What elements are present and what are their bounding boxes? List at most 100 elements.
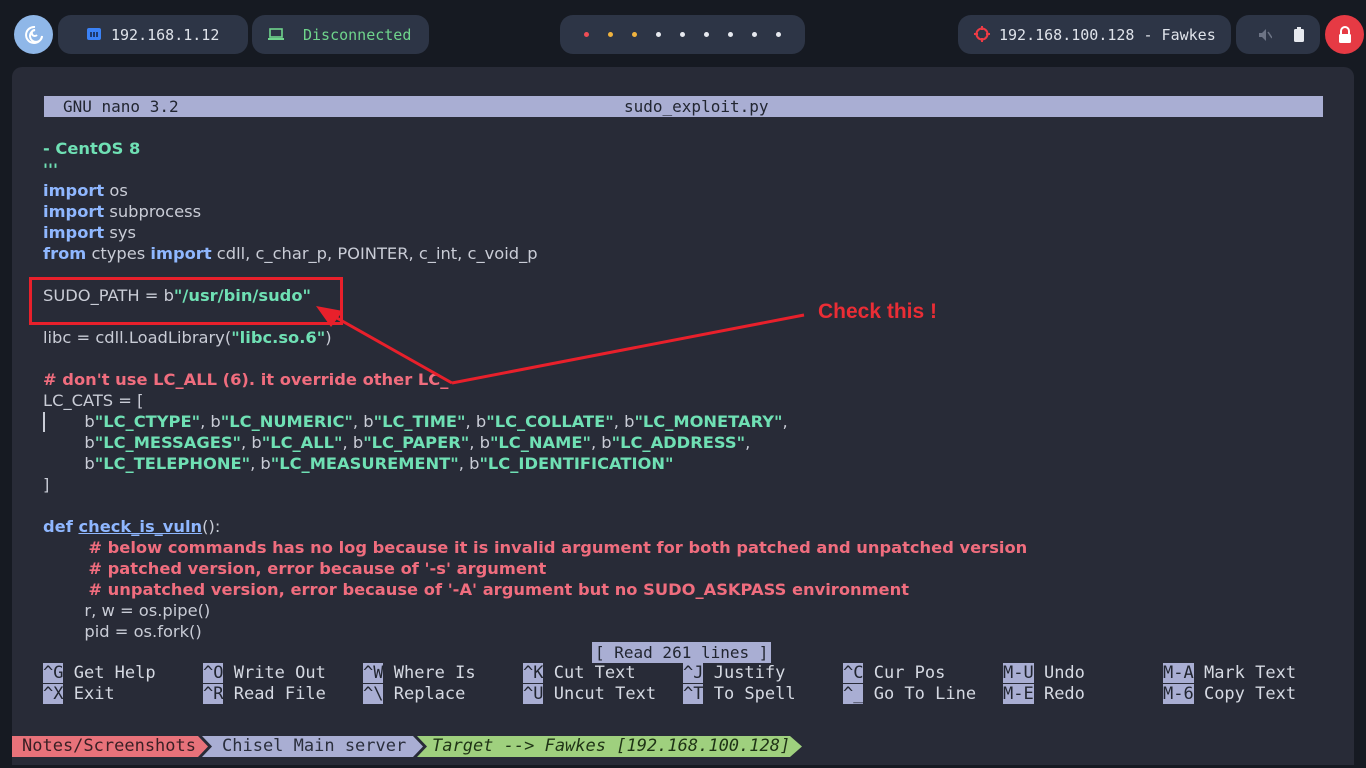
- lock-button[interactable]: [1325, 15, 1364, 54]
- string-literal: "LC_IDENTIFICATION": [479, 454, 674, 473]
- shortcut-item[interactable]: M-E Redo: [1003, 684, 1085, 705]
- shortcut-key: ^G: [43, 663, 64, 683]
- code-line: b"LC_TELEPHONE", b"LC_MEASUREMENT", b"LC…: [43, 453, 673, 474]
- battery-icon[interactable]: [1294, 27, 1304, 42]
- code-token: b: [43, 412, 95, 431]
- nano-version: GNU nano 3.2: [63, 97, 179, 116]
- system-tray[interactable]: [1236, 15, 1320, 54]
- lock-icon: [1338, 25, 1351, 43]
- workspace-switcher[interactable]: [560, 15, 805, 54]
- code-token: b: [43, 454, 95, 473]
- workspace-dot[interactable]: [728, 32, 733, 37]
- shortcut-key: M-U: [1003, 663, 1034, 683]
- shortcut-label: Undo: [1033, 663, 1085, 683]
- workspace-dot[interactable]: [608, 32, 613, 37]
- string-literal: "LC_ALL": [261, 433, 343, 452]
- shortcut-item[interactable]: M-6 Copy Text: [1163, 684, 1296, 705]
- shortcut-item[interactable]: M-A Mark Text: [1163, 663, 1296, 684]
- shortcut-label: Read File: [223, 684, 326, 704]
- shortcut-label: Uncut Text: [543, 684, 657, 704]
- annotation-text: Check this !: [818, 300, 938, 323]
- string-literal: "LC_MEASUREMENT": [270, 454, 459, 473]
- string-literal: "LC_TELEPHONE": [94, 454, 251, 473]
- shortcut-item[interactable]: ^J Justify: [683, 663, 785, 684]
- target-label: 192.168.100.128 - Fawkes: [999, 25, 1216, 44]
- code-line: b"LC_MESSAGES", b"LC_ALL", b"LC_PAPER", …: [43, 432, 750, 453]
- workspace-dot[interactable]: [680, 32, 685, 37]
- code-comment: # unpatched version, error because of '-…: [43, 580, 909, 599]
- workspace-dot[interactable]: [752, 32, 757, 37]
- code-token: , b: [613, 412, 635, 431]
- shortcut-label: Exit: [63, 684, 115, 704]
- shortcut-label: Where Is: [383, 663, 476, 683]
- code-token: , b: [200, 412, 221, 431]
- code-token: , b: [241, 433, 262, 452]
- shortcut-key: M-6: [1163, 684, 1194, 704]
- network-ip: 192.168.1.12: [111, 25, 220, 44]
- target-widget[interactable]: 192.168.100.128 - Fawkes: [958, 15, 1231, 54]
- shortcut-label: Write Out: [223, 663, 326, 683]
- shortcut-label: Cur Pos: [863, 663, 946, 683]
- distro-logo-button[interactable]: [14, 15, 53, 54]
- string-literal: "LC_NAME": [489, 433, 591, 452]
- code-line: r, w = os.pipe(): [43, 601, 211, 620]
- code-line: - CentOS 8: [43, 139, 141, 158]
- shortcut-item[interactable]: M-U Undo: [1003, 663, 1085, 684]
- code-token: , b: [342, 433, 364, 452]
- shortcut-key: ^X: [43, 684, 64, 704]
- shortcut-key: ^\: [363, 684, 384, 704]
- string-literal: "LC_MESSAGES": [94, 433, 242, 452]
- shortcut-label: Go To Line: [863, 684, 977, 704]
- shortcut-item[interactable]: ^R Read File: [203, 684, 326, 705]
- terminal-window[interactable]: GNU nano 3.2 sudo_exploit.py - CentOS 8 …: [12, 67, 1354, 765]
- vpn-widget[interactable]: Disconnected: [252, 15, 429, 54]
- shortcut-item[interactable]: ^\ Replace: [363, 684, 465, 705]
- shortcut-item[interactable]: ^C Cur Pos: [843, 663, 945, 684]
- status-message: [ Read 261 lines ]: [592, 642, 772, 663]
- shortcut-key: ^J: [683, 663, 704, 683]
- shortcut-label: Mark Text: [1193, 663, 1297, 683]
- workspace-dot[interactable]: [704, 32, 709, 37]
- shortcut-key: M-A: [1163, 663, 1194, 683]
- breadcrumb-item: Target --> Fawkes [192.168.100.128]: [432, 736, 791, 756]
- code-token: , b: [465, 412, 487, 431]
- ethernet-icon: [87, 28, 101, 40]
- shortcut-label: Replace: [383, 684, 466, 704]
- code-comment: # patched version, error because of '-s'…: [43, 559, 547, 578]
- workspace-dot[interactable]: [656, 32, 661, 37]
- code-token: ,: [782, 412, 788, 431]
- volume-muted-icon[interactable]: [1258, 28, 1272, 42]
- network-widget[interactable]: 192.168.1.12: [58, 15, 248, 54]
- shortcut-item[interactable]: ^K Cut Text: [523, 663, 636, 684]
- code-line: from ctypes import cdll, c_char_p, POINT…: [43, 244, 538, 263]
- shortcut-label: Get Help: [63, 663, 156, 683]
- string-literal: "LC_NUMERIC": [220, 412, 353, 431]
- code-token: , b: [590, 433, 612, 452]
- shortcut-item[interactable]: ^T To Spell: [683, 684, 796, 705]
- workspace-dot[interactable]: [584, 32, 589, 37]
- shortcut-label: Copy Text: [1193, 684, 1297, 704]
- shortcut-label: Redo: [1033, 684, 1085, 704]
- shortcut-item[interactable]: ^U Uncut Text: [523, 684, 656, 705]
- nano-titlebar: GNU nano 3.2 sudo_exploit.py: [44, 96, 1323, 117]
- workspace-dot[interactable]: [776, 32, 781, 37]
- workspace-dot[interactable]: [632, 32, 637, 37]
- shortcut-item[interactable]: ^X Exit: [43, 684, 115, 705]
- shortcut-item[interactable]: ^O Write Out: [203, 663, 326, 684]
- string-literal: "LC_PAPER": [363, 433, 470, 452]
- shortcut-key: ^O: [203, 663, 224, 683]
- string-literal: "LC_TIME": [373, 412, 466, 431]
- code-token: , b: [352, 412, 374, 431]
- shortcut-item[interactable]: ^_ Go To Line: [843, 684, 976, 705]
- code-comment: # don't use LC_ALL (6). it override othe…: [43, 370, 449, 389]
- code-comment: # below commands has no log because it i…: [43, 538, 1028, 557]
- highlight-box: [29, 277, 343, 325]
- code-token: , b: [469, 433, 490, 452]
- code-token: , b: [250, 454, 271, 473]
- breadcrumb-item: Chisel Main server: [222, 736, 407, 756]
- code-line: pid = os.fork(): [43, 622, 202, 641]
- shortcut-item[interactable]: ^W Where Is: [363, 663, 476, 684]
- shortcut-key: ^_: [843, 684, 864, 704]
- shortcut-item[interactable]: ^G Get Help: [43, 663, 156, 684]
- string-literal: "LC_CTYPE": [94, 412, 201, 431]
